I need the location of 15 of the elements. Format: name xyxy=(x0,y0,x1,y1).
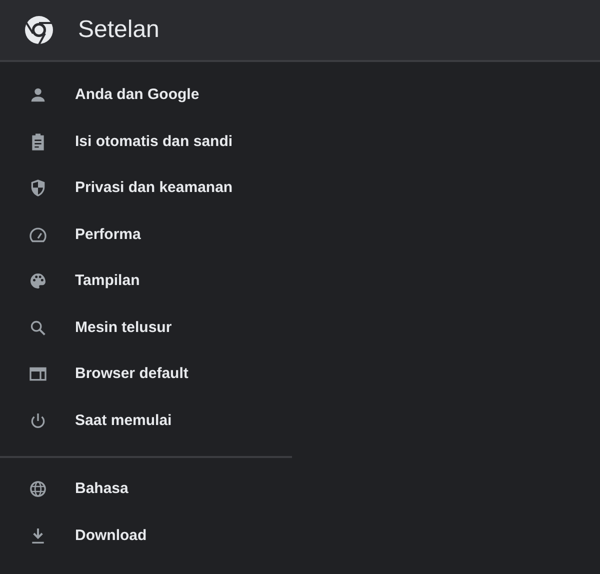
page-title: Setelan xyxy=(78,15,160,45)
menu-item[interactable]: Saat memulai xyxy=(0,398,292,444)
menu-item[interactable]: Browser default xyxy=(0,351,292,398)
menu-item[interactable]: Anda dan Google xyxy=(0,72,292,118)
menu-item[interactable]: Privasi dan keamanan xyxy=(0,165,292,212)
gauge-icon xyxy=(28,224,48,245)
palette-icon xyxy=(28,271,48,292)
globe-icon xyxy=(28,479,48,500)
menu-item[interactable]: Tampilan xyxy=(0,258,292,304)
browser-logo-icon xyxy=(23,14,55,46)
menu-item[interactable]: Isi otomatis dan sandi xyxy=(0,118,292,165)
menu-item[interactable]: Download xyxy=(0,512,292,559)
menu-item[interactable]: Mesin telusur xyxy=(0,304,292,351)
menu-item[interactable]: Bahasa xyxy=(0,466,292,512)
menu-item[interactable]: Performa xyxy=(0,212,292,258)
